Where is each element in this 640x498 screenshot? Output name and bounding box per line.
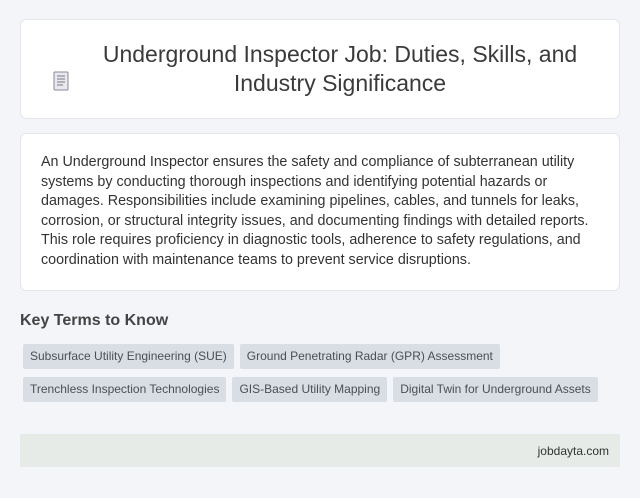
tag-row: Trenchless Inspection Technologies GIS-B… bbox=[23, 377, 623, 402]
description-card: An Underground Inspector ensures the saf… bbox=[20, 133, 620, 291]
document-icon bbox=[50, 70, 72, 92]
key-term-tag[interactable]: GIS-Based Utility Mapping bbox=[232, 377, 388, 402]
key-term-tag[interactable]: Subsurface Utility Engineering (SUE) bbox=[23, 344, 234, 369]
key-terms-tags: Subsurface Utility Engineering (SUE) Gro… bbox=[23, 344, 623, 410]
title-card: Underground Inspector Job: Duties, Skill… bbox=[20, 19, 620, 119]
tag-row: Subsurface Utility Engineering (SUE) Gro… bbox=[23, 344, 623, 369]
key-term-tag[interactable]: Digital Twin for Underground Assets bbox=[393, 377, 598, 402]
page-title: Underground Inspector Job: Duties, Skill… bbox=[102, 41, 578, 96]
title-row: Underground Inspector Job: Duties, Skill… bbox=[40, 40, 600, 98]
key-term-tag[interactable]: Ground Penetrating Radar (GPR) Assessmen… bbox=[239, 344, 500, 369]
key-terms-heading: Key Terms to Know bbox=[20, 312, 169, 329]
key-term-tag[interactable]: Trenchless Inspection Technologies bbox=[23, 377, 227, 402]
footer: jobdayta.com bbox=[20, 434, 620, 467]
footer-site-link[interactable]: jobdayta.com bbox=[538, 444, 609, 458]
job-description: An Underground Inspector ensures the saf… bbox=[41, 154, 589, 268]
